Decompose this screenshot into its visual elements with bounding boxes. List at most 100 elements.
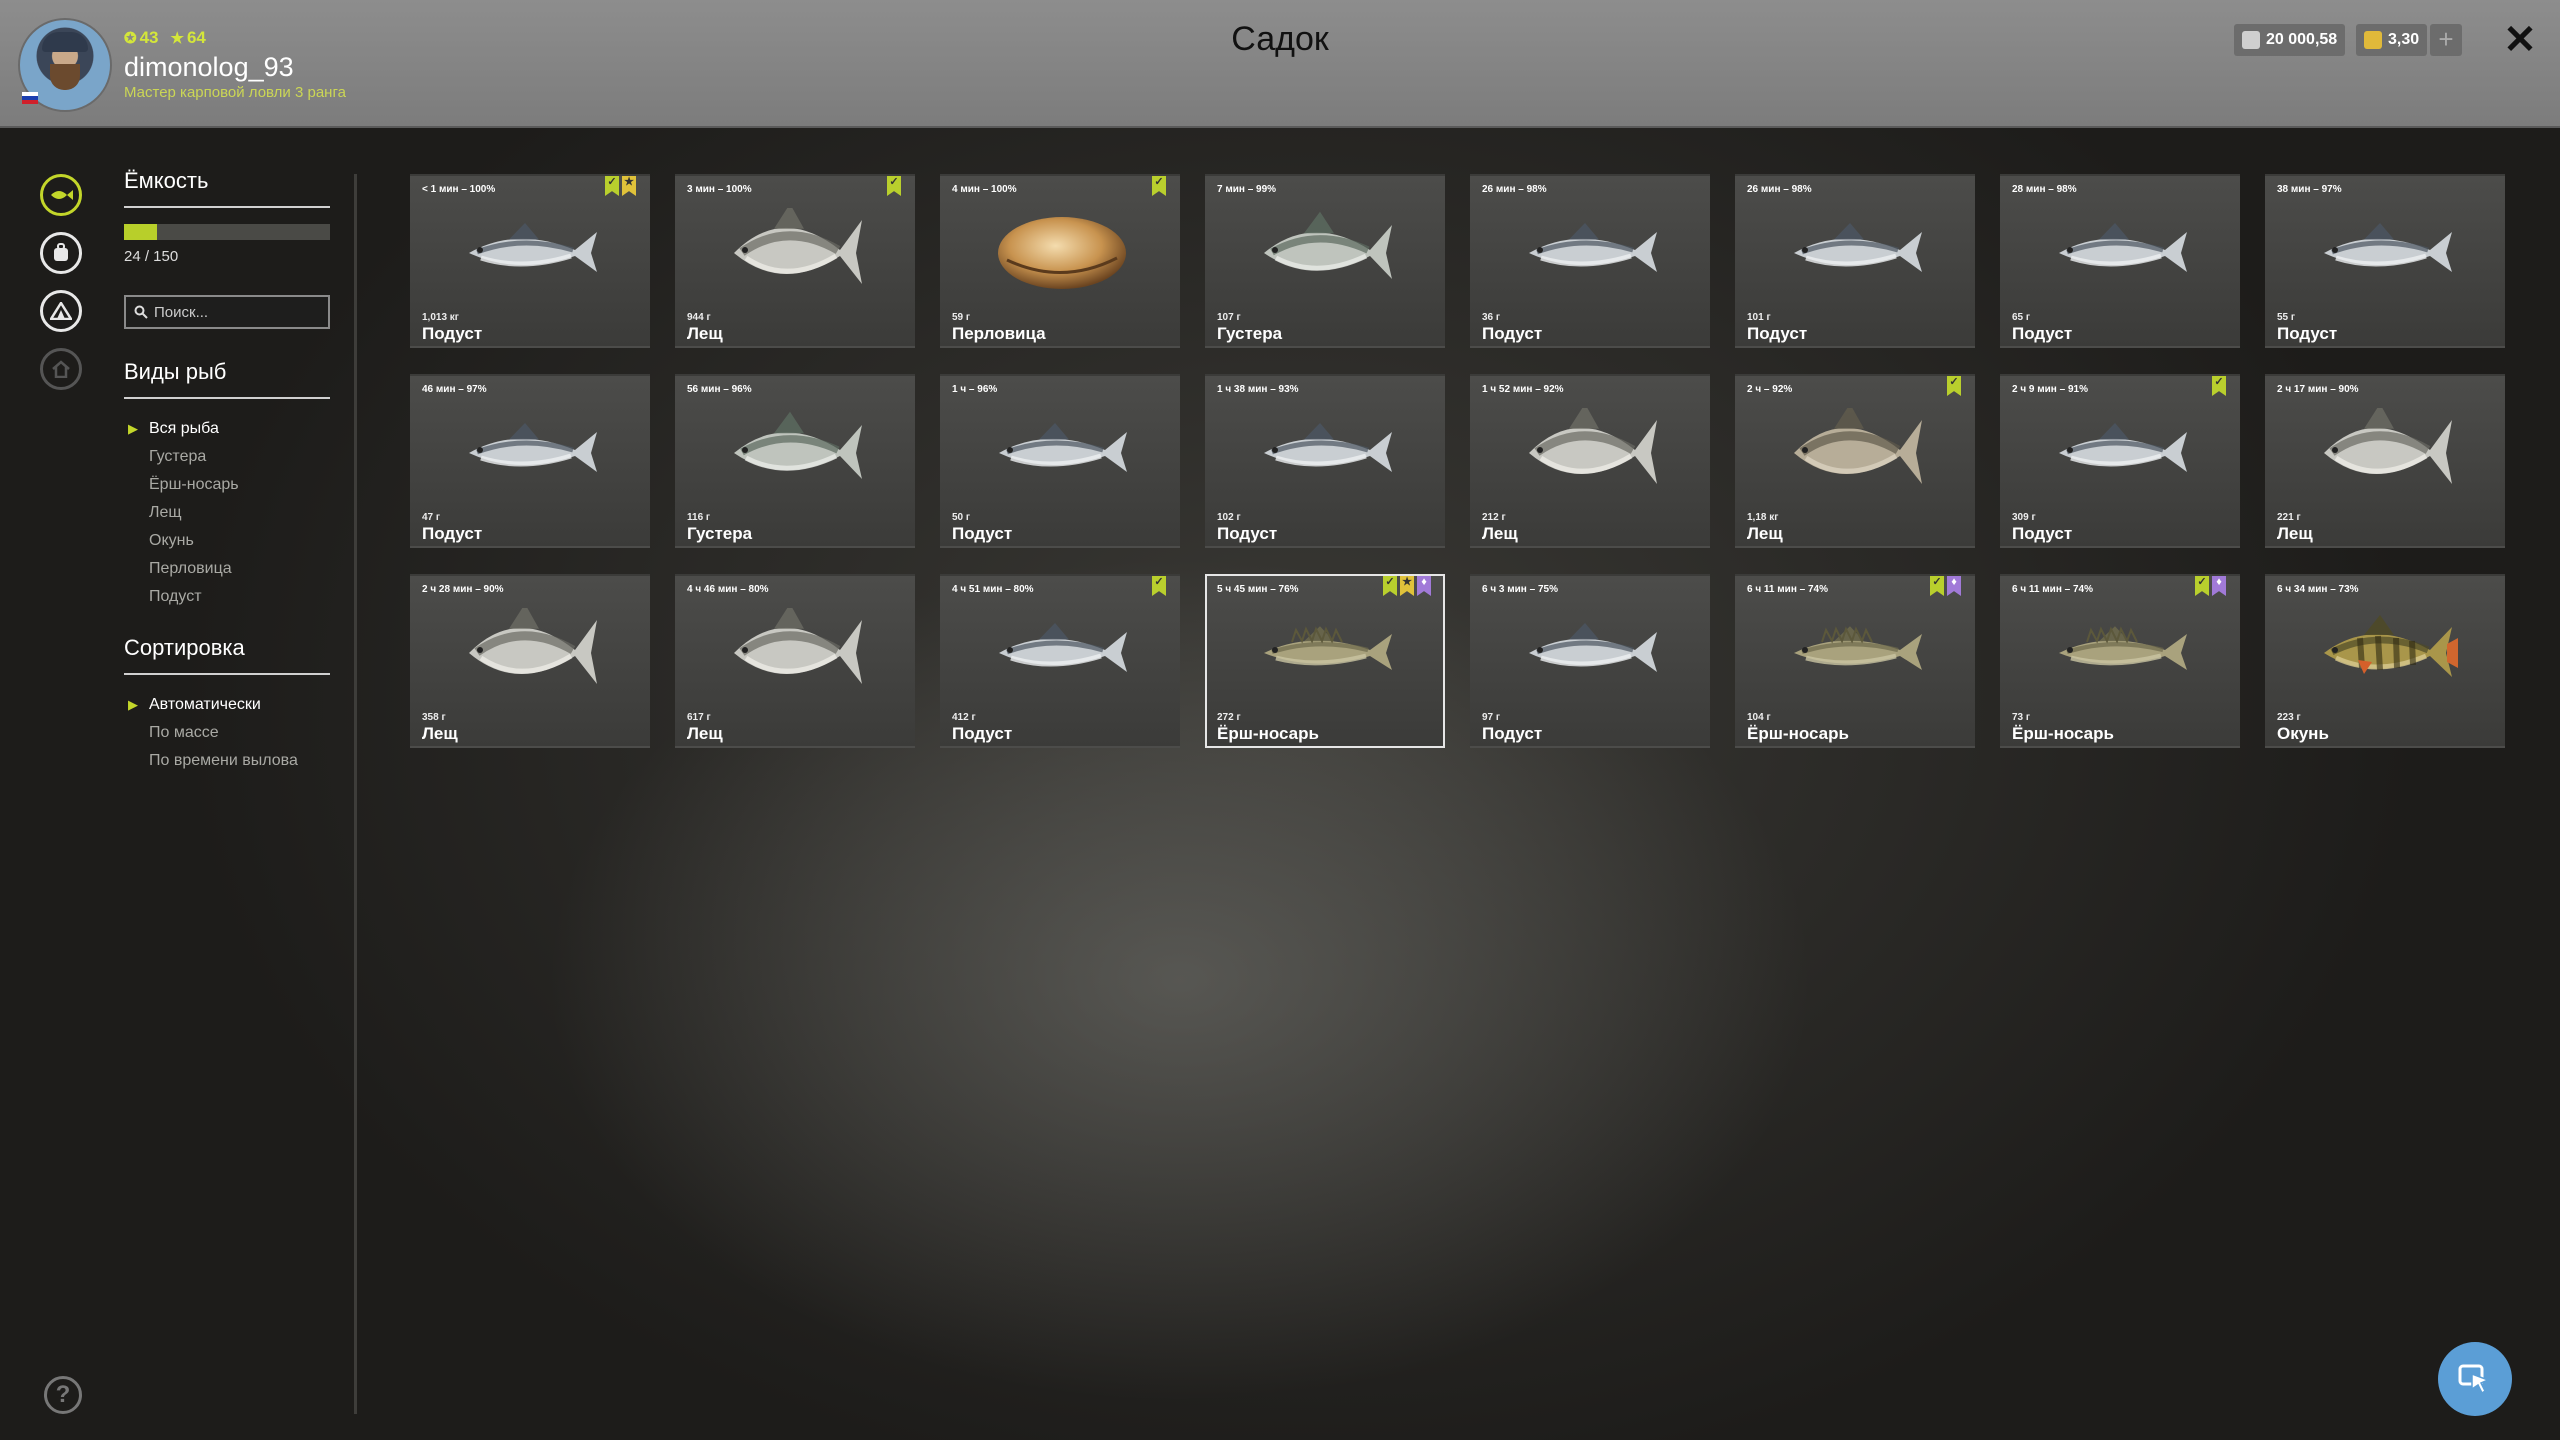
fish-card[interactable]: 6 ч 11 мин – 74% ✓ ♦ 73 г Ёрш-носарь xyxy=(2000,574,2240,748)
fish-image xyxy=(2324,408,2452,484)
fish-image xyxy=(2324,223,2452,272)
green-badge-icon: ✓ xyxy=(1383,576,1397,596)
fish-card[interactable]: 46 мин – 97% 47 г Подуст xyxy=(410,374,650,548)
fish-card[interactable]: 1 ч 38 мин – 93% 102 г Подуст xyxy=(1205,374,1445,548)
fish-card[interactable]: 38 мин – 97% 55 г Подуст xyxy=(2265,174,2505,348)
fish-card[interactable]: 2 ч – 92% ✓ 1,18 кг Лещ xyxy=(1735,374,1975,548)
fish-card[interactable]: 2 ч 17 мин – 90% 221 г Лещ xyxy=(2265,374,2505,548)
mussel-image xyxy=(998,217,1126,289)
fish-card[interactable]: 2 ч 9 мин – 91% ✓ 309 г Подуст xyxy=(2000,374,2240,548)
capacity-title: Ёмкость xyxy=(124,168,330,208)
fish-weight: 107 г xyxy=(1217,312,1241,323)
search-input[interactable] xyxy=(154,303,314,321)
green-badge-icon: ✓ xyxy=(1947,376,1961,396)
fish-image xyxy=(1529,408,1657,484)
fish-name: Подуст xyxy=(1482,724,1543,743)
fish-weight: 944 г xyxy=(687,312,711,323)
species-item[interactable]: ▶ Вся рыба xyxy=(124,415,330,443)
sort-option-item-label: Автоматически xyxy=(149,696,261,713)
fish-weight: 358 г xyxy=(422,712,446,723)
fish-card[interactable]: 6 ч 11 мин – 74% ✓ ♦ 104 г Ёрш-носарь xyxy=(1735,574,1975,748)
sorting-list: ▶ Автоматически По массе По времени вылова xyxy=(124,691,330,775)
fish-weight: 104 г xyxy=(1747,712,1771,723)
help-icon[interactable]: ? xyxy=(44,1376,82,1414)
backpack-icon[interactable] xyxy=(40,232,82,274)
fish-card[interactable]: 4 мин – 100% ✓ 59 г Перловица xyxy=(940,174,1180,348)
fish-name: Подуст xyxy=(1747,324,1808,343)
species-item[interactable]: Густера xyxy=(124,443,330,471)
yellow-badge-icon: ★ xyxy=(622,176,636,196)
fish-card[interactable]: 5 ч 45 мин – 76% ✓ ★ ♦ 272 г Ёрш-носарь xyxy=(1205,574,1445,748)
fish-name: Подуст xyxy=(422,524,483,543)
badges: ✓ ♦ xyxy=(2195,576,2226,596)
species-item[interactable]: Перловица xyxy=(124,555,330,583)
species-item[interactable]: Подуст xyxy=(124,583,330,611)
catch-time: 7 мин – 99% xyxy=(1217,184,1277,195)
sort-option-item[interactable]: По массе xyxy=(124,719,330,747)
green-badge-icon: ✓ xyxy=(1152,176,1166,196)
catch-time: 6 ч 3 мин – 75% xyxy=(1482,584,1558,595)
sort-option-item[interactable]: ▶ Автоматически xyxy=(124,691,330,719)
fish-image xyxy=(999,423,1127,472)
fish-weight: 1,013 кг xyxy=(422,312,459,323)
fish-card[interactable]: 56 мин – 96% 116 г Густера xyxy=(675,374,915,548)
fish-card[interactable]: 4 ч 51 мин – 80% ✓ 412 г Подуст xyxy=(940,574,1180,748)
fish-card[interactable]: 3 мин – 100% ✓ 944 г Лещ xyxy=(675,174,915,348)
badges: ✓ ♦ xyxy=(1930,576,1961,596)
catch-time: 56 мин – 96% xyxy=(687,384,752,395)
fish-card[interactable]: 1 ч – 96% 50 г Подуст xyxy=(940,374,1180,548)
fish-card[interactable]: 28 мин – 98% 65 г Подуст xyxy=(2000,174,2240,348)
fish-card[interactable]: 6 ч 3 мин – 75% 97 г Подуст xyxy=(1470,574,1710,748)
fish-name: Густера xyxy=(687,524,753,543)
fish-image xyxy=(2059,223,2187,272)
fish-weight: 221 г xyxy=(2277,512,2301,523)
green-badge-icon: ✓ xyxy=(1152,576,1166,596)
silver-balance[interactable]: 20 000,58 xyxy=(2234,24,2346,56)
fish-name: Густера xyxy=(1217,324,1283,343)
plus-icon: + xyxy=(2438,24,2454,54)
close-button[interactable]: ✕ xyxy=(2500,18,2540,62)
panel-divider xyxy=(354,174,357,1414)
sorting-title: Сортировка xyxy=(124,635,330,675)
species-item-label: Окунь xyxy=(149,532,194,549)
catch-time: 5 ч 45 мин – 76% xyxy=(1217,584,1299,595)
fish-name: Ёрш-носарь xyxy=(2012,724,2114,743)
tent-icon[interactable] xyxy=(40,290,82,332)
fish-card[interactable]: 1 ч 52 мин – 92% 212 г Лещ xyxy=(1470,374,1710,548)
catch-time: 26 мин – 98% xyxy=(1747,184,1812,195)
fish-image xyxy=(1529,623,1657,672)
fish-card[interactable]: 4 ч 46 мин – 80% 617 г Лещ xyxy=(675,574,915,748)
species-item-label: Вся рыба xyxy=(149,420,219,437)
gold-coin-icon xyxy=(2364,31,2382,49)
search-box[interactable] xyxy=(124,295,330,329)
add-currency-button[interactable]: + xyxy=(2430,24,2462,56)
fish-card[interactable]: 7 мин – 99% 107 г Густера xyxy=(1205,174,1445,348)
catch-time: 2 ч 28 мин – 90% xyxy=(422,584,504,595)
fish-image xyxy=(469,223,597,272)
species-item[interactable]: Ёрш-носарь xyxy=(124,471,330,499)
cursor-mode-button[interactable] xyxy=(2438,1342,2512,1416)
species-item[interactable]: Лещ xyxy=(124,499,330,527)
fish-grid: < 1 мин – 100% ✓ ★ 1,013 кг Подуст 3 мин – 1… xyxy=(410,174,2505,748)
fish-weight: 50 г xyxy=(952,512,971,523)
fish-card[interactable]: 2 ч 28 мин – 90% 358 г Лещ xyxy=(410,574,650,748)
fish-name: Лещ xyxy=(1482,524,1518,543)
badges: ✓ xyxy=(1152,576,1166,596)
fish-card[interactable]: < 1 мин – 100% ✓ ★ 1,013 кг Подуст xyxy=(410,174,650,348)
fish-card[interactable]: 26 мин – 98% 101 г Подуст xyxy=(1735,174,1975,348)
fish-weight: 47 г xyxy=(422,512,441,523)
fish-image xyxy=(2059,423,2187,472)
fish-name: Лещ xyxy=(422,724,458,743)
fish-name: Лещ xyxy=(1747,524,1783,543)
badges: ✓ ★ xyxy=(605,176,636,196)
species-item[interactable]: Окунь xyxy=(124,527,330,555)
fish-name: Подуст xyxy=(2012,324,2073,343)
fish-icon[interactable] xyxy=(40,174,82,216)
country-flag-icon xyxy=(22,92,38,104)
gold-balance[interactable]: 3,30 xyxy=(2356,24,2428,56)
home-icon xyxy=(40,348,82,390)
sort-option-item[interactable]: По времени вылова xyxy=(124,747,330,775)
fish-card[interactable]: 6 ч 34 мин – 73% 223 г Окунь xyxy=(2265,574,2505,748)
fish-card[interactable]: 26 мин – 98% 36 г Подуст xyxy=(1470,174,1710,348)
fish-weight: 97 г xyxy=(1482,712,1501,723)
